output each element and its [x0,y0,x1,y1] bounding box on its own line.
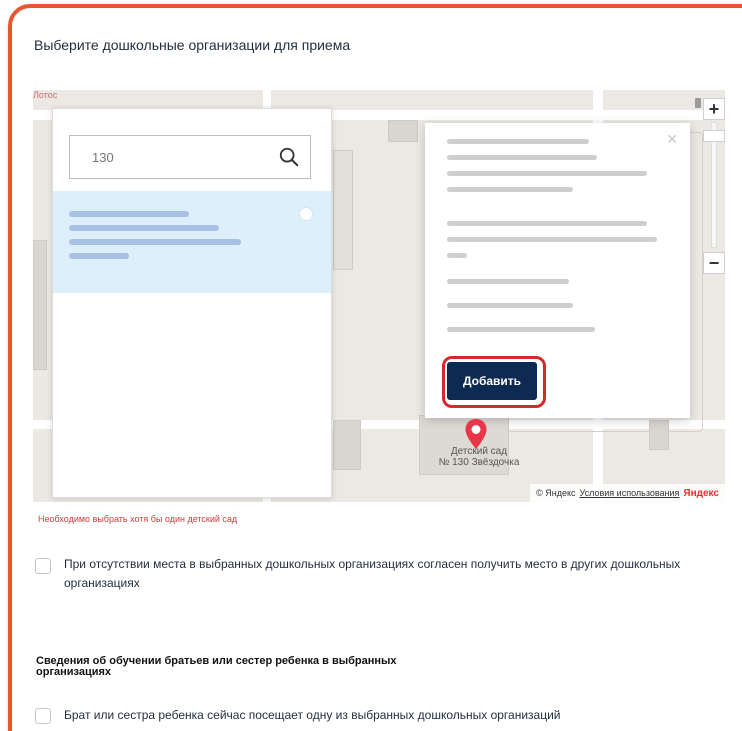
redacted-text [447,171,647,176]
result-select-radio[interactable] [299,207,313,221]
org-info-popup: ✕ Добавить [425,123,690,418]
map[interactable]: Лотос + − ✕ [33,90,725,502]
map-pin-label: Детский сад № 130 Звёздочка [438,446,520,468]
result-list-item[interactable] [53,191,331,293]
zoom-in-button[interactable]: + [703,98,725,120]
redacted-text [447,327,595,332]
redacted-text [447,237,657,242]
map-label: Лотос [33,90,58,100]
sibling-attends-checkbox[interactable] [35,708,51,724]
redacted-text [447,303,573,308]
redacted-text [69,225,219,231]
close-icon[interactable]: ✕ [666,131,678,148]
add-button[interactable]: Добавить [447,362,537,400]
redacted-text [447,139,589,144]
zoom-slider-thumb[interactable] [703,130,725,142]
redacted-text [69,253,129,259]
agree-other-orgs-checkbox[interactable] [35,558,51,574]
redacted-text [447,221,647,226]
redacted-text [447,279,569,284]
redacted-text [69,211,189,217]
yandex-logo[interactable]: Яндекс [683,488,719,499]
zoom-out-button[interactable]: − [703,252,725,274]
map-building [649,420,669,450]
agree-other-orgs-label: При отсутствии места в выбранных дошколь… [64,557,681,590]
map-building [333,420,361,470]
search-box[interactable] [69,135,311,179]
search-panel [52,108,332,498]
redacted-text [447,187,573,192]
redacted-text [69,239,241,245]
page-title: Выберите дошкольные организации для прие… [34,37,351,53]
search-input[interactable] [70,136,270,178]
redacted-text [447,253,467,258]
terms-link[interactable]: Условия использования [580,488,680,498]
map-footer: © Яндекс Условия использования Яндекс [530,484,725,502]
map-building [388,120,418,142]
map-building [333,150,353,270]
map-building [33,240,47,370]
validation-error: Необходимо выбрать хотя бы один детский … [38,514,238,524]
sibling-attends-label: Брат или сестра ребенка сейчас посещает … [64,708,561,722]
search-icon[interactable] [278,146,300,168]
siblings-section-heading: Сведения об обучении братьев или сестер … [36,655,397,678]
map-copyright: © Яндекс [536,488,576,498]
trash-icon[interactable] [695,98,701,108]
redacted-text [447,155,597,160]
